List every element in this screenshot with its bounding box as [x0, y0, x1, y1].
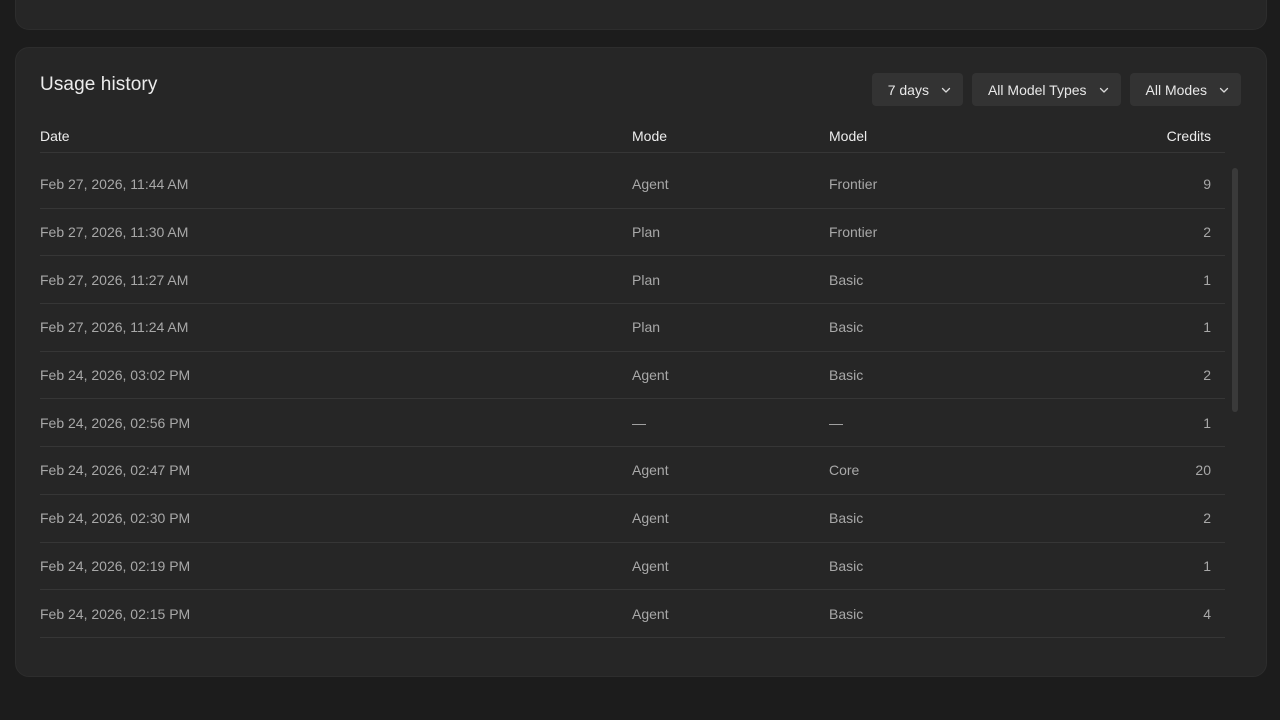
cell-date: Feb 27, 2026, 11:27 AM	[40, 271, 189, 288]
cell-date: Feb 24, 2026, 02:15 PM	[40, 605, 191, 622]
cell-date: Feb 27, 2026, 11:24 AM	[40, 319, 189, 336]
date-range-dropdown[interactable]: 7 days	[871, 73, 963, 106]
cell-credits: 4	[1203, 605, 1211, 622]
model-types-dropdown[interactable]: All Model Types	[971, 73, 1121, 106]
cell-credits: 1	[1203, 414, 1211, 431]
table-body: Feb 27, 2026, 11:44 AM Agent Frontier 9 …	[40, 161, 1225, 638]
cell-date: Feb 24, 2026, 02:30 PM	[40, 510, 191, 527]
cell-credits: 1	[1203, 319, 1211, 336]
table-header: Date Mode Model Credits	[40, 128, 1225, 153]
usage-history-card: Usage history 7 days All Model Types All…	[15, 47, 1267, 677]
cell-date: Feb 24, 2026, 02:47 PM	[40, 462, 191, 479]
previous-card	[15, 0, 1267, 30]
column-header-date: Date	[40, 128, 70, 144]
cell-mode: Plan	[632, 319, 661, 336]
cell-model: Basic	[829, 367, 864, 384]
table-row: Feb 24, 2026, 03:02 PM Agent Basic 2	[40, 352, 1225, 400]
chevron-down-icon	[1099, 87, 1108, 93]
filter-bar: 7 days All Model Types All Modes	[871, 73, 1241, 106]
table-row: Feb 24, 2026, 02:15 PM Agent Basic 4	[40, 590, 1225, 638]
table-scrollbar[interactable]	[1232, 168, 1238, 412]
cell-credits: 2	[1203, 367, 1211, 384]
modes-label: All Modes	[1145, 81, 1207, 98]
cell-date: Feb 27, 2026, 11:30 AM	[40, 224, 189, 241]
cell-credits: 1	[1203, 557, 1211, 574]
usage-history-title: Usage history	[40, 74, 158, 95]
cell-credits: 2	[1203, 510, 1211, 527]
cell-mode: Plan	[632, 271, 661, 288]
cell-model: Basic	[829, 557, 864, 574]
cell-mode: Agent	[632, 510, 669, 527]
cell-mode: Agent	[632, 367, 669, 384]
page: Usage history 7 days All Model Types All…	[0, 0, 1280, 720]
cell-mode: Agent	[632, 176, 669, 193]
column-header-model: Model	[829, 128, 868, 144]
cell-model: Basic	[829, 605, 864, 622]
model-types-label: All Model Types	[987, 81, 1087, 98]
cell-model: Basic	[829, 510, 864, 527]
table-row: Feb 24, 2026, 02:47 PM Agent Core 20	[40, 447, 1225, 495]
table-row: Feb 27, 2026, 11:44 AM Agent Frontier 9	[40, 161, 1225, 209]
table-row: Feb 27, 2026, 11:30 AM Plan Frontier 2	[40, 209, 1225, 257]
cell-date: Feb 24, 2026, 02:19 PM	[40, 557, 191, 574]
chevron-down-icon	[941, 87, 951, 93]
cell-model: —	[829, 414, 843, 431]
table-row: Feb 24, 2026, 02:19 PM Agent Basic 1	[40, 543, 1225, 591]
cell-mode: Plan	[632, 224, 661, 241]
cell-model: Basic	[829, 271, 864, 288]
cell-mode: Agent	[632, 462, 669, 479]
column-header-mode: Mode	[632, 128, 668, 144]
cell-mode: Agent	[632, 557, 669, 574]
table-row: Feb 27, 2026, 11:24 AM Plan Basic 1	[40, 304, 1225, 352]
cell-model: Frontier	[829, 224, 878, 241]
modes-dropdown[interactable]: All Modes	[1129, 73, 1241, 106]
table-row: Feb 24, 2026, 02:56 PM — — 1	[40, 399, 1225, 448]
chevron-down-icon	[1219, 87, 1229, 93]
cell-mode: Agent	[632, 605, 669, 622]
cell-credits: 2	[1203, 224, 1211, 241]
column-header-credits: Credits	[1166, 128, 1211, 144]
table-row: Feb 27, 2026, 11:27 AM Plan Basic 1	[40, 256, 1225, 305]
cell-credits: 9	[1203, 176, 1211, 193]
cell-model: Basic	[829, 319, 864, 336]
table-row: Feb 24, 2026, 02:30 PM Agent Basic 2	[40, 495, 1225, 543]
cell-date: Feb 27, 2026, 11:44 AM	[40, 176, 189, 193]
cell-date: Feb 24, 2026, 02:56 PM	[40, 414, 191, 431]
cell-model: Core	[829, 462, 860, 479]
cell-date: Feb 24, 2026, 03:02 PM	[40, 367, 191, 384]
cell-model: Frontier	[829, 176, 878, 193]
cell-credits: 20	[1195, 462, 1211, 479]
date-range-label: 7 days	[887, 81, 929, 98]
cell-mode: —	[632, 414, 646, 431]
cell-credits: 1	[1203, 271, 1211, 288]
